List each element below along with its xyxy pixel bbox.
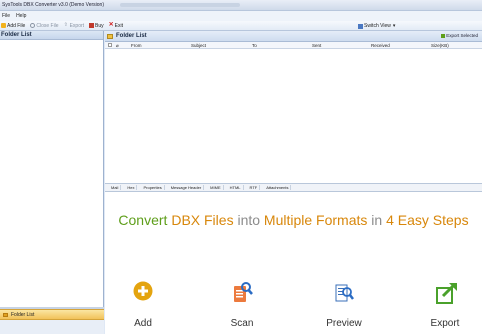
column-subject[interactable]: Subject bbox=[191, 43, 206, 48]
folder-icon bbox=[3, 312, 8, 317]
add-icon bbox=[133, 281, 153, 301]
step-label: Scan bbox=[230, 318, 254, 329]
banner-headline: Convert DBX Files into Multiple Formats … bbox=[105, 212, 482, 228]
tab-properties[interactable]: Properties bbox=[141, 185, 165, 190]
export-selected-label: Export Selected bbox=[446, 33, 478, 38]
headline-part: Convert bbox=[118, 212, 172, 228]
step-label: Export bbox=[430, 318, 460, 329]
export-selected-icon bbox=[441, 33, 446, 38]
column-from[interactable]: From bbox=[131, 43, 142, 48]
add-file-label: Add File bbox=[7, 22, 26, 29]
menu-bar: File Help bbox=[0, 11, 482, 21]
cart-icon bbox=[89, 23, 95, 28]
export-button[interactable]: ⇧ Export bbox=[64, 23, 84, 29]
tab-hex[interactable]: Hex bbox=[125, 185, 138, 190]
export-icon bbox=[436, 282, 457, 304]
add-file-icon bbox=[1, 23, 6, 28]
folder-icon bbox=[107, 33, 113, 39]
close-file-button[interactable]: Close File bbox=[30, 22, 59, 29]
step-preview: Preview bbox=[326, 281, 362, 331]
right-panel-header: Folder List Export Selected bbox=[105, 31, 482, 42]
export-label: Export bbox=[69, 22, 85, 29]
switch-view-label: Switch View bbox=[364, 23, 391, 29]
add-file-button[interactable]: Add File bbox=[1, 23, 25, 29]
export-selected-button[interactable]: Export Selected bbox=[441, 33, 478, 38]
switch-view-button[interactable]: Switch View ▾ bbox=[358, 22, 395, 30]
step-label: Add bbox=[134, 318, 152, 329]
step-add: Add bbox=[133, 281, 153, 331]
menu-file[interactable]: File bbox=[2, 13, 10, 19]
scan-icon bbox=[234, 282, 253, 302]
headline-part: 4 Easy Steps bbox=[386, 212, 469, 228]
headline-part: DBX Files bbox=[171, 212, 238, 228]
titlebar-decoration bbox=[120, 3, 240, 7]
title-bar: SysTools DBX Converter v3.0 (Demo Versio… bbox=[0, 0, 482, 11]
headline-part: Multiple Formats bbox=[263, 212, 372, 228]
chevron-down-icon: ▾ bbox=[392, 23, 396, 29]
folder-list-tab-label: Folder List bbox=[11, 311, 35, 318]
step-label: Preview bbox=[326, 318, 362, 329]
right-content-panel: Folder List Export Selected ⌀ From Subje… bbox=[105, 31, 482, 334]
left-panel-title: Folder List bbox=[0, 31, 103, 40]
toolbar: Add File Close File ⇧ Export Buy ✕ Exit … bbox=[0, 21, 482, 31]
column-received[interactable]: Received bbox=[371, 43, 390, 48]
exit-label: Exit bbox=[114, 22, 123, 29]
attachment-col-icon: ⌀ bbox=[116, 43, 119, 48]
mail-grid-header: ⌀ From Subject To Sent Received Size(KB) bbox=[105, 42, 482, 49]
column-to[interactable]: To bbox=[252, 43, 257, 48]
tab-attachments[interactable]: Attachments bbox=[264, 185, 292, 190]
step-scan: Scan bbox=[231, 281, 253, 331]
buy-label: Buy bbox=[95, 22, 104, 29]
close-file-icon bbox=[30, 23, 36, 28]
steps-banner: Convert DBX Files into Multiple Formats … bbox=[105, 192, 482, 334]
tab-mail[interactable]: Mail bbox=[109, 185, 122, 190]
switch-view-icon bbox=[358, 23, 363, 29]
folder-list-tab[interactable]: Folder List bbox=[0, 309, 104, 320]
left-folder-panel: Folder List Folder List bbox=[0, 31, 104, 334]
close-file-label: Close File bbox=[36, 22, 59, 29]
headline-part: in bbox=[371, 212, 387, 228]
tab-message-header[interactable]: Message Header bbox=[169, 185, 205, 190]
select-all-checkbox[interactable] bbox=[108, 43, 112, 47]
left-panel-footer bbox=[0, 320, 104, 334]
preview-tabs: Mail Hex Properties Message Header MIME … bbox=[105, 183, 482, 192]
step-export: Export bbox=[431, 281, 459, 331]
menu-help[interactable]: Help bbox=[16, 13, 26, 19]
export-icon-small: ⇧ bbox=[63, 22, 68, 28]
buy-button[interactable]: Buy bbox=[89, 23, 104, 29]
exit-button[interactable]: ✕ Exit bbox=[108, 22, 123, 29]
headline-part: into bbox=[237, 212, 264, 228]
column-sent[interactable]: Sent bbox=[312, 43, 321, 48]
close-icon: ✕ bbox=[108, 22, 114, 28]
preview-icon bbox=[335, 284, 354, 302]
tab-rtf[interactable]: RTF bbox=[248, 185, 261, 190]
mail-grid-body[interactable] bbox=[105, 49, 482, 182]
column-size[interactable]: Size(KB) bbox=[431, 43, 449, 48]
right-panel-title: Folder List bbox=[116, 33, 147, 39]
tab-mime[interactable]: MIME bbox=[208, 185, 224, 190]
window-title: SysTools DBX Converter v3.0 (Demo Versio… bbox=[2, 2, 104, 8]
tab-html[interactable]: HTML bbox=[228, 185, 244, 190]
